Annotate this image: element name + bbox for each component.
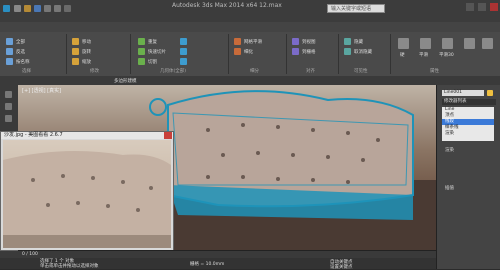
status-prompt: 单击或单击并拖动以选择对象 xyxy=(40,264,99,269)
align-view-icon[interactable] xyxy=(292,38,299,45)
ribbon-subtab-label[interactable]: 多边形建模 xyxy=(114,78,137,84)
repeat-label[interactable]: 重复 xyxy=(148,39,157,45)
search-input[interactable]: 输入关键字或短语 xyxy=(327,4,385,13)
save-icon[interactable] xyxy=(34,5,41,12)
smooth-label[interactable]: 平滑 xyxy=(419,52,428,58)
tessellate-label[interactable]: 细化 xyxy=(244,49,253,55)
align-grid-icon[interactable] xyxy=(292,48,299,55)
grid-size: 栅格 = 10.0mm xyxy=(190,262,225,267)
status-bar: 选择了 1 个 对象 单击或单击并拖动以选择对象 栅格 = 10.0mm 自动关… xyxy=(0,258,436,270)
hard-label[interactable]: 硬 xyxy=(400,52,405,58)
scale-icon[interactable] xyxy=(72,58,79,65)
cut-label[interactable]: 切割 xyxy=(148,59,157,65)
image-viewer-window[interactable]: 沙发.jpg - 美图看看 2.6.7 xyxy=(0,131,174,251)
undo-icon[interactable] xyxy=(44,5,51,12)
smoothing-group-icon[interactable] xyxy=(482,38,493,49)
cap-icon[interactable] xyxy=(180,58,187,65)
rotate-icon[interactable] xyxy=(72,48,79,55)
move-icon[interactable] xyxy=(72,38,79,45)
ribbon-group-label: 可见性 xyxy=(354,69,368,74)
ribbon-group-label: 修改 xyxy=(90,69,99,74)
tool-icon[interactable] xyxy=(5,103,12,110)
app-logo-icon[interactable] xyxy=(3,5,10,12)
unhide-label[interactable]: 取消隐藏 xyxy=(354,49,372,55)
ribbon-group-properties: 硬 平滑 平滑30 属性 xyxy=(392,34,498,74)
open-file-icon[interactable] xyxy=(24,5,31,12)
align-grid-label[interactable]: 到栅格 xyxy=(302,49,316,55)
rotate-label[interactable]: 旋转 xyxy=(82,49,91,55)
cut-icon[interactable] xyxy=(138,58,145,65)
detach-icon[interactable] xyxy=(180,48,187,55)
hard-icon[interactable] xyxy=(398,38,409,49)
ribbon-group-select: 全部 反选 按名称 选择 xyxy=(2,34,67,74)
command-panel: Line001 修改器列表 Line 顶点 线段 样条线 渲染 渲染 插值 xyxy=(436,85,500,269)
ribbon-group-label: 选择 xyxy=(22,69,31,74)
invert-select-label[interactable]: 反选 xyxy=(16,49,25,55)
reference-image xyxy=(3,140,171,248)
meshsmooth-icon[interactable] xyxy=(234,38,241,45)
redo-icon[interactable] xyxy=(54,5,61,12)
ribbon: 全部 反选 按名称 选择 移动 旋转 缩放 修改 重复 快速切片 切割 几何体(… xyxy=(0,32,500,77)
ribbon-group-label: 几何体(全部) xyxy=(160,69,187,74)
tool-icon[interactable] xyxy=(5,91,12,98)
meshsmooth-label[interactable]: 网格平滑 xyxy=(244,39,262,45)
sofa-photo-seat xyxy=(3,235,171,248)
modifier-stack: Line 顶点 线段 样条线 渲染 xyxy=(442,107,494,141)
select-all-label[interactable]: 全部 xyxy=(16,39,25,45)
smooth-icon[interactable] xyxy=(420,38,431,49)
hide-label[interactable]: 隐藏 xyxy=(354,39,363,45)
ribbon-group-modify: 移动 旋转 缩放 修改 xyxy=(68,34,131,74)
scale-label[interactable]: 缩放 xyxy=(82,59,91,65)
stack-item[interactable]: 渲染 xyxy=(442,131,494,137)
tessellate-icon[interactable] xyxy=(234,48,241,55)
new-file-icon[interactable] xyxy=(14,5,21,12)
menu-bar xyxy=(0,22,500,32)
ribbon-group-align: 到视图 到栅格 对齐 xyxy=(288,34,339,74)
invert-select-icon[interactable] xyxy=(6,48,13,55)
quick-slice-icon[interactable] xyxy=(138,48,145,55)
sofa-arm-scroll[interactable] xyxy=(149,98,167,116)
modifier-list-dropdown[interactable]: 修改器列表 xyxy=(442,99,496,105)
interpolation-rollout[interactable]: 插值 xyxy=(445,185,454,191)
attach-icon[interactable] xyxy=(180,38,187,45)
quick-slice-label[interactable]: 快速切片 xyxy=(148,49,166,55)
window-title: Autodesk 3ds Max 2014 x64 12.max xyxy=(172,2,282,9)
setkey-button[interactable]: 设置关键点 xyxy=(330,264,353,270)
image-viewer-title[interactable]: 沙发.jpg - 美图看看 2.6.7 xyxy=(1,132,173,139)
ribbon-group-subdivision: 网格平滑 细化 细分 xyxy=(230,34,287,74)
close-icon[interactable] xyxy=(164,132,172,139)
unhide-icon[interactable] xyxy=(344,48,351,55)
hide-icon[interactable] xyxy=(344,38,351,45)
tool-icon[interactable] xyxy=(5,115,12,122)
select-by-name-icon[interactable] xyxy=(6,58,13,65)
window-controls xyxy=(466,3,498,11)
minimize-icon[interactable] xyxy=(466,3,474,11)
ribbon-group-label: 细分 xyxy=(250,69,259,74)
material-id-icon[interactable] xyxy=(464,38,475,49)
viewport-label[interactable]: [+] [透视] [真实] xyxy=(22,87,61,94)
repeat-icon[interactable] xyxy=(138,38,145,45)
sofa-photo-back xyxy=(3,151,171,240)
title-bar: Autodesk 3ds Max 2014 x64 12.max 输入关键字或短… xyxy=(0,0,500,23)
maximize-icon[interactable] xyxy=(478,3,486,11)
ribbon-group-geometry: 重复 快速切片 切割 几何体(全部) xyxy=(132,34,229,74)
reference-sofa xyxy=(3,151,171,248)
frame-counter: 0 / 100 xyxy=(22,252,38,257)
move-label[interactable]: 移动 xyxy=(82,39,91,45)
ribbon-group-label: 对齐 xyxy=(306,69,315,74)
object-name-field[interactable]: Line001 xyxy=(442,90,484,96)
select-all-icon[interactable] xyxy=(6,38,13,45)
rollout-title[interactable]: 渲染 xyxy=(445,147,454,153)
close-icon[interactable] xyxy=(490,3,498,11)
select-by-name-label[interactable]: 按名称 xyxy=(16,59,30,65)
ribbon-group-label: 属性 xyxy=(430,69,439,74)
smooth30-label[interactable]: 平滑30 xyxy=(439,52,454,58)
smooth30-icon[interactable] xyxy=(442,38,453,49)
ribbon-group-visibility: 隐藏 取消隐藏 可见性 xyxy=(340,34,391,74)
align-view-label[interactable]: 到视图 xyxy=(302,39,316,45)
object-color-swatch[interactable] xyxy=(487,90,493,96)
project-folder-icon[interactable] xyxy=(64,5,71,12)
